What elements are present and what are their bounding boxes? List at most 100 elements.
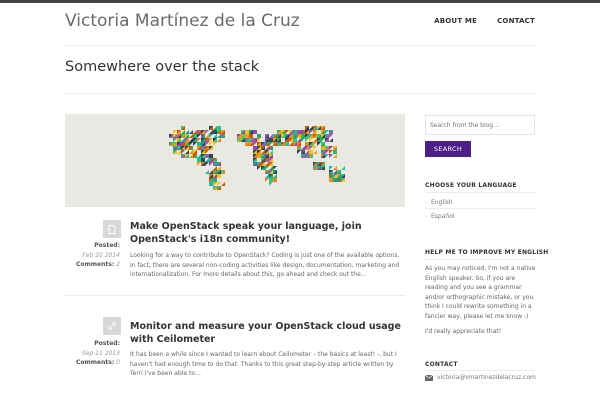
world-map-banner <box>65 114 405 207</box>
map-tile <box>333 154 337 158</box>
map-tile <box>325 150 329 154</box>
map-tile <box>205 130 209 134</box>
map-tile <box>217 182 221 186</box>
chevron-right-icon: › <box>425 213 427 220</box>
map-tile <box>177 150 181 154</box>
map-tile <box>173 138 177 142</box>
map-tile <box>217 166 221 170</box>
map-tile <box>309 138 313 142</box>
page-tagline: Somewhere over the stack <box>65 59 260 75</box>
map-tile <box>257 138 261 142</box>
map-tile <box>309 146 313 150</box>
map-tile <box>317 142 321 146</box>
widget-divider <box>425 370 535 371</box>
map-tile <box>309 130 313 134</box>
english-help-thanks: I'd really appreciate that! <box>425 328 502 335</box>
post-date: Sep 11 2013 <box>81 349 120 357</box>
map-tile <box>205 150 209 154</box>
map-tile <box>181 150 185 154</box>
map-tile <box>301 146 305 150</box>
link-icon <box>103 317 121 335</box>
map-tile <box>217 138 221 142</box>
map-tile <box>197 138 201 142</box>
map-tile <box>265 174 269 178</box>
map-tile <box>213 182 217 186</box>
map-tile <box>209 138 213 142</box>
comments-label: Comments: <box>76 359 115 366</box>
map-tile <box>213 134 217 138</box>
map-tile <box>313 142 317 146</box>
map-tile <box>205 134 209 138</box>
map-tile <box>253 142 257 146</box>
map-tile <box>185 130 189 134</box>
map-tile <box>289 142 293 146</box>
map-tile <box>341 166 345 170</box>
map-tile <box>269 150 273 154</box>
map-tile <box>265 178 269 182</box>
envelope-icon <box>425 374 433 381</box>
map-tile <box>217 134 221 138</box>
post-divider <box>65 295 405 296</box>
search-input[interactable] <box>425 115 535 135</box>
comments-label: Comments: <box>76 261 115 268</box>
nav-contact[interactable]: CONTACT <box>497 17 535 25</box>
map-tile <box>265 146 269 150</box>
comment-count[interactable]: 0 <box>116 359 120 366</box>
main-nav: ABOUT ME CONTACT <box>434 17 535 25</box>
map-tile <box>313 138 317 142</box>
map-tile <box>189 134 193 138</box>
post-title[interactable]: Monitor and measure your OpenStack cloud… <box>130 321 405 346</box>
map-tile <box>297 138 301 142</box>
map-tile <box>181 130 185 134</box>
map-tile <box>309 126 313 130</box>
top-bar <box>0 0 600 3</box>
posted-label: Posted: <box>94 242 120 249</box>
document-icon <box>103 220 121 238</box>
widget-divider <box>425 259 535 260</box>
map-tile <box>173 130 177 134</box>
comment-count[interactable]: 2 <box>116 261 120 268</box>
map-tile <box>205 142 209 146</box>
map-tile <box>329 166 333 170</box>
post-title[interactable]: Make OpenStack speak your language, join… <box>130 221 405 246</box>
map-tile <box>209 170 213 174</box>
contact-email-row[interactable]: victoria@vmartinezdelacruz.com <box>425 374 536 381</box>
map-tile <box>321 138 325 142</box>
language-label: English <box>431 199 453 206</box>
map-tile <box>329 154 333 158</box>
post-2: Monitor and measure your OpenStack cloud… <box>65 307 405 400</box>
english-help-text: As you may noticed, I'm not a native Eng… <box>425 265 536 320</box>
search-button[interactable]: SEARCH <box>425 141 471 157</box>
post-meta: Posted: Sep 11 2013 Comments: 0 <box>65 339 120 368</box>
map-tile <box>273 166 277 170</box>
map-tile <box>273 174 277 178</box>
site-title[interactable]: Victoria Martínez de la Cruz <box>65 11 300 31</box>
map-tile <box>193 142 197 146</box>
map-tile <box>209 134 213 138</box>
map-tile <box>205 158 209 162</box>
map-tile <box>197 162 201 166</box>
map-tile <box>265 162 269 166</box>
map-tile <box>269 166 273 170</box>
map-tile <box>209 162 213 166</box>
chevron-right-icon: › <box>425 199 427 206</box>
map-tile <box>329 150 333 154</box>
map-tile <box>189 142 193 146</box>
map-tile <box>269 134 273 138</box>
language-option-espanol[interactable]: › Español <box>425 213 455 220</box>
map-tile <box>305 138 309 142</box>
map-tile <box>329 134 333 138</box>
map-tile <box>209 142 213 146</box>
map-tile <box>221 182 225 186</box>
post-excerpt: It has been a while since I wanted to le… <box>130 351 397 378</box>
map-tile <box>213 166 217 170</box>
language-option-english[interactable]: › English <box>425 199 453 206</box>
map-tile <box>189 150 193 154</box>
map-tile <box>213 142 217 146</box>
map-tile <box>329 146 333 150</box>
map-tile <box>181 138 185 142</box>
nav-about-me[interactable]: ABOUT ME <box>434 17 477 25</box>
tagline-divider <box>65 93 535 94</box>
map-tile <box>205 162 209 166</box>
map-tile <box>329 138 333 142</box>
